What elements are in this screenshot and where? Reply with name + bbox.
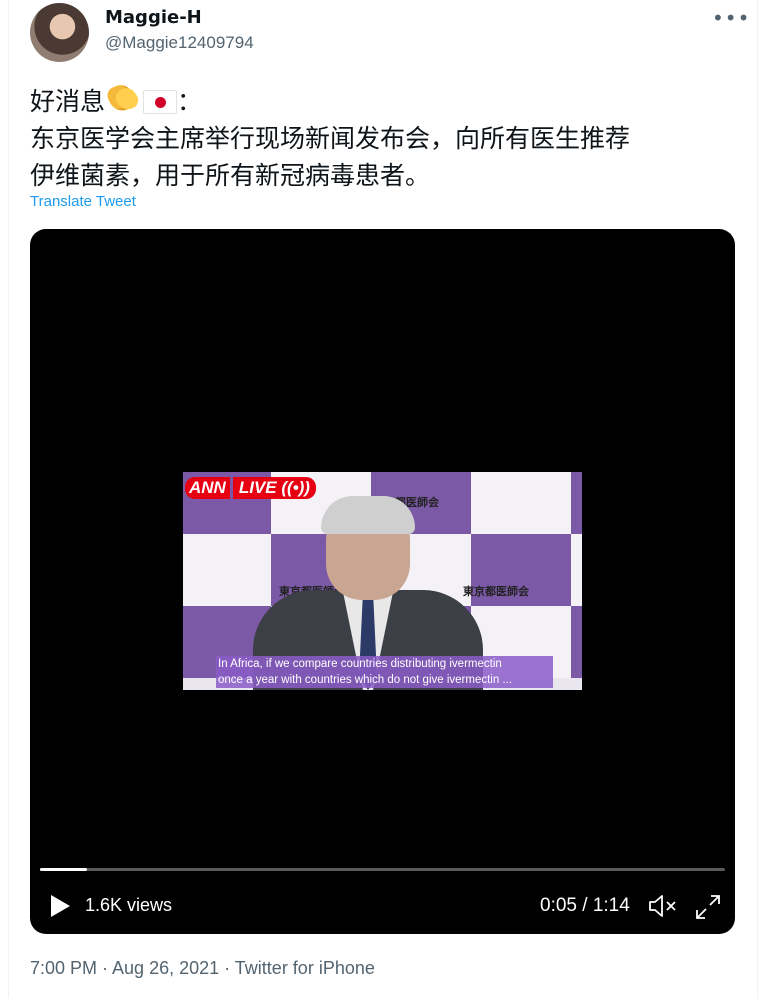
live-label: LIVE ((•)) <box>232 477 316 499</box>
muted-speaker-icon[interactable] <box>648 893 678 919</box>
tweet-line-1: 好消息 ： <box>30 82 730 120</box>
play-icon[interactable] <box>48 893 72 919</box>
video-player[interactable]: 東京都医師会 東京都医師会 東京都医師会 ANN LIVE ((•)) In A… <box>30 229 735 934</box>
clapping-hands-emoji <box>105 82 141 114</box>
subtitle-line-2: once a year with countries which do not … <box>218 674 513 686</box>
video-frame: 東京都医師会 東京都医師会 東京都医師会 ANN LIVE ((•)) In A… <box>183 472 582 690</box>
tweet-text: 好消息 ： 东京医学会主席举行现场新闻发布会，向所有医生推荐 伊维菌素，用于所有新… <box>30 82 730 194</box>
tweet-meta: 7:00 PM · Aug 26, 2021 · Twitter for iPh… <box>30 958 375 978</box>
japan-flag-emoji <box>143 90 178 114</box>
author-handle[interactable]: @Maggie12409794 <box>105 33 254 53</box>
view-count: 1.6K views <box>85 895 173 915</box>
broadcast-icon: ((•)) <box>281 478 310 497</box>
backdrop-label: 東京都医師会 <box>463 585 529 598</box>
ann-live-badge: ANN LIVE ((•)) <box>185 477 316 499</box>
avatar[interactable] <box>30 3 89 62</box>
translate-tweet-link[interactable]: Translate Tweet <box>30 193 136 210</box>
tweet-line-2: 东京医学会主席举行现场新闻发布会，向所有医生推荐 <box>30 124 631 153</box>
broadcaster-logo: ANN <box>185 477 230 499</box>
progress-bar[interactable] <box>40 868 725 871</box>
video-time: 0:05 / 1:14 <box>540 895 630 916</box>
fullscreen-icon[interactable] <box>694 893 722 921</box>
progress-fill <box>40 868 87 871</box>
tweet-line-3: 伊维菌素，用于所有新冠病毒患者。 <box>30 161 431 190</box>
more-options-icon[interactable]: ••• <box>712 5 749 31</box>
tweet-line-1-suffix: ： <box>177 87 203 116</box>
tweet-line-1-text: 好消息 <box>30 87 106 116</box>
subtitle-line-1: In Africa, if we compare countries distr… <box>218 658 502 670</box>
video-subtitle: In Africa, if we compare countries distr… <box>216 656 553 688</box>
author-name[interactable]: Maggie-H <box>105 7 202 28</box>
